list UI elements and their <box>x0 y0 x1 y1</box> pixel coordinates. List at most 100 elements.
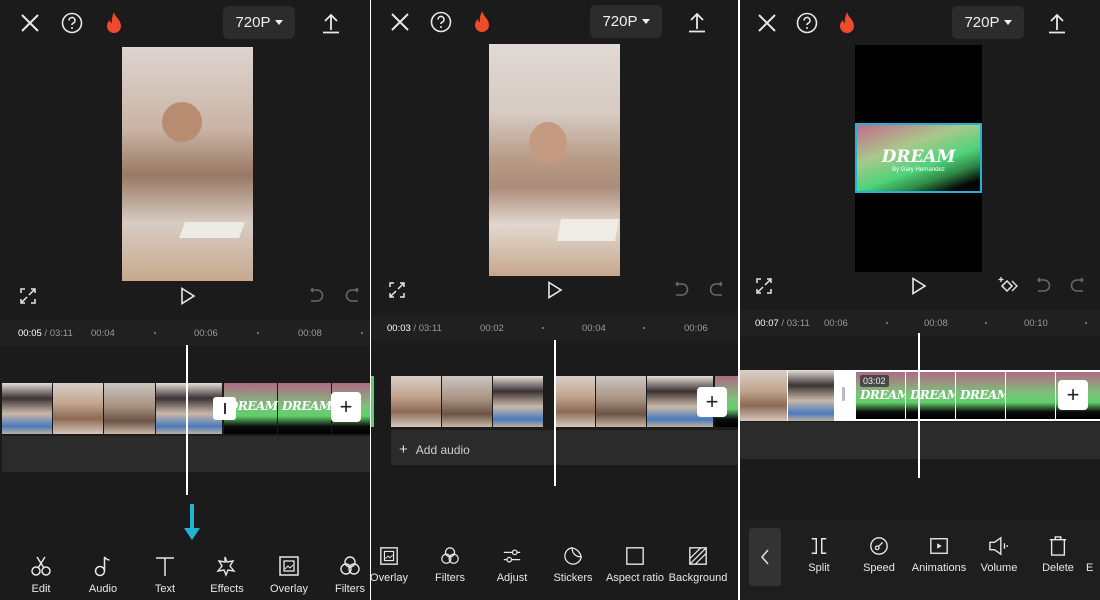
undo-icon[interactable] <box>306 286 326 306</box>
add-audio-button[interactable]: + Add audio <box>399 441 470 458</box>
fire-icon[interactable] <box>103 10 125 36</box>
editor-panel-2: 720P 00:03 / 03:11 00:02 00:04 00:06 + +… <box>371 0 738 600</box>
tick-dot <box>985 322 987 324</box>
tool-label: Overlay <box>270 583 308 595</box>
redo-icon[interactable] <box>707 280 727 300</box>
tick-label: 00:06 <box>194 328 218 339</box>
tool-label: Background <box>668 572 728 584</box>
selected-overlay-clip[interactable]: DREAM By Gary Hernandez <box>855 123 982 193</box>
resolution-selector[interactable]: 720P <box>952 6 1024 39</box>
tool-label: Audio <box>88 583 118 595</box>
add-clip-button[interactable]: + <box>331 392 361 422</box>
screenshot: 720P 00:05 / 03:11 00:04 00:06 00:08 DRE… <box>0 0 1100 600</box>
timeline-ruler[interactable]: 00:05 / 03:11 00:04 00:06 00:08 <box>0 320 370 346</box>
tool-text[interactable]: Text <box>134 555 196 595</box>
fullscreen-icon[interactable] <box>754 276 774 296</box>
undo-icon[interactable] <box>671 280 691 300</box>
help-icon[interactable] <box>60 11 84 35</box>
help-icon[interactable] <box>429 10 453 34</box>
tool-split[interactable]: Split <box>788 536 850 574</box>
clip-thumbnail <box>493 376 543 427</box>
playhead[interactable] <box>918 333 920 478</box>
playhead[interactable] <box>186 345 188 495</box>
fullscreen-icon[interactable] <box>387 280 407 300</box>
clip-thumbnail <box>1006 372 1055 419</box>
chevron-left-icon <box>760 549 769 565</box>
close-icon[interactable] <box>18 11 42 35</box>
fire-icon[interactable] <box>836 10 858 36</box>
tool-animations[interactable]: Animations <box>908 536 970 574</box>
preview-subtitle: By Gary Hernandez <box>892 167 945 173</box>
tool-effects[interactable]: Effects <box>196 555 258 595</box>
tool-speed[interactable]: Speed <box>848 536 910 574</box>
tool-overlay[interactable]: Overlay <box>258 555 320 595</box>
add-clip-button[interactable]: + <box>697 387 727 417</box>
clip-thumbnail <box>391 376 441 427</box>
clip-thumbnail <box>740 370 787 421</box>
resolution-selector[interactable]: 720P <box>590 5 662 38</box>
thumb-title: DREAM <box>860 388 910 402</box>
tick-dot <box>361 332 363 334</box>
tool-partial[interactable]: E <box>1086 536 1100 574</box>
video-track[interactable] <box>391 376 738 427</box>
help-icon[interactable] <box>795 11 819 35</box>
play-icon[interactable] <box>909 275 929 297</box>
tool-audio[interactable]: Audio <box>72 555 134 595</box>
tick-label: 00:02 <box>480 323 504 334</box>
close-icon[interactable] <box>755 11 779 35</box>
play-icon[interactable] <box>178 285 198 307</box>
playhead[interactable] <box>554 340 556 486</box>
tool-filters[interactable]: Filters <box>419 546 481 584</box>
tool-adjust[interactable]: Adjust <box>481 546 543 584</box>
tool-background[interactable]: Background <box>667 546 729 584</box>
scissors-icon <box>31 556 51 576</box>
upload-icon[interactable] <box>686 10 708 34</box>
tool-stickers[interactable]: Stickers <box>542 546 604 584</box>
tool-label: Split <box>808 562 830 574</box>
thumb-title: DREAM <box>282 399 332 413</box>
audio-track-area[interactable] <box>740 422 1100 459</box>
timeline-ruler[interactable]: 00:03 / 03:11 00:02 00:04 00:06 <box>371 315 738 341</box>
resolution-label: 720P <box>235 14 271 31</box>
clip-thumbnail: DREAM <box>906 372 960 419</box>
fullscreen-icon[interactable] <box>18 286 38 306</box>
video-track[interactable]: DREAM DREAM DREAM 03:02 <box>740 370 1100 421</box>
video-preview[interactable] <box>122 47 253 281</box>
resolution-selector[interactable]: 720P <box>223 6 295 39</box>
close-icon[interactable] <box>388 10 412 34</box>
clip-duration-badge: 03:02 <box>860 375 889 387</box>
video-preview[interactable]: DREAM By Gary Hernandez <box>855 45 982 272</box>
transition-button[interactable] <box>213 397 236 420</box>
top-bar: 720P <box>740 0 1100 45</box>
back-button[interactable] <box>749 528 781 586</box>
tool-edit[interactable]: Edit <box>10 555 72 595</box>
video-preview[interactable] <box>489 44 620 276</box>
fire-icon[interactable] <box>471 9 493 35</box>
sticker-icon <box>564 547 582 565</box>
trim-handle[interactable] <box>842 387 845 401</box>
tool-overlay[interactable]: Overlay <box>371 546 420 584</box>
resolution-label: 720P <box>964 14 1000 31</box>
clip-thumbnail: DREAM <box>956 372 1010 419</box>
redo-icon[interactable] <box>343 286 363 306</box>
add-clip-button[interactable]: + <box>1058 380 1088 410</box>
play-icon[interactable] <box>545 279 565 301</box>
redo-icon[interactable] <box>1068 276 1088 296</box>
chevron-down-icon <box>274 20 283 25</box>
timeline-ruler[interactable]: 00:07 / 03:11 00:06 00:08 00:10 <box>740 310 1100 336</box>
tool-filters[interactable]: Filters <box>319 555 370 595</box>
tick-label: 00:06 <box>684 323 708 334</box>
tool-volume[interactable]: Volume <box>968 536 1030 574</box>
tick-label: 00:10 <box>1024 318 1048 329</box>
add-keyframe-icon[interactable] <box>996 275 1020 297</box>
chevron-down-icon <box>641 19 650 24</box>
upload-icon[interactable] <box>320 11 342 35</box>
undo-icon[interactable] <box>1033 276 1053 296</box>
tick-dot <box>643 327 645 329</box>
split-icon <box>811 538 827 554</box>
upload-icon[interactable] <box>1046 11 1068 35</box>
tool-delete[interactable]: Delete <box>1027 536 1089 574</box>
tool-aspect-ratio[interactable]: Aspect ratio <box>604 546 666 584</box>
tool-label: E <box>1086 562 1094 574</box>
overlay-icon <box>380 547 398 565</box>
